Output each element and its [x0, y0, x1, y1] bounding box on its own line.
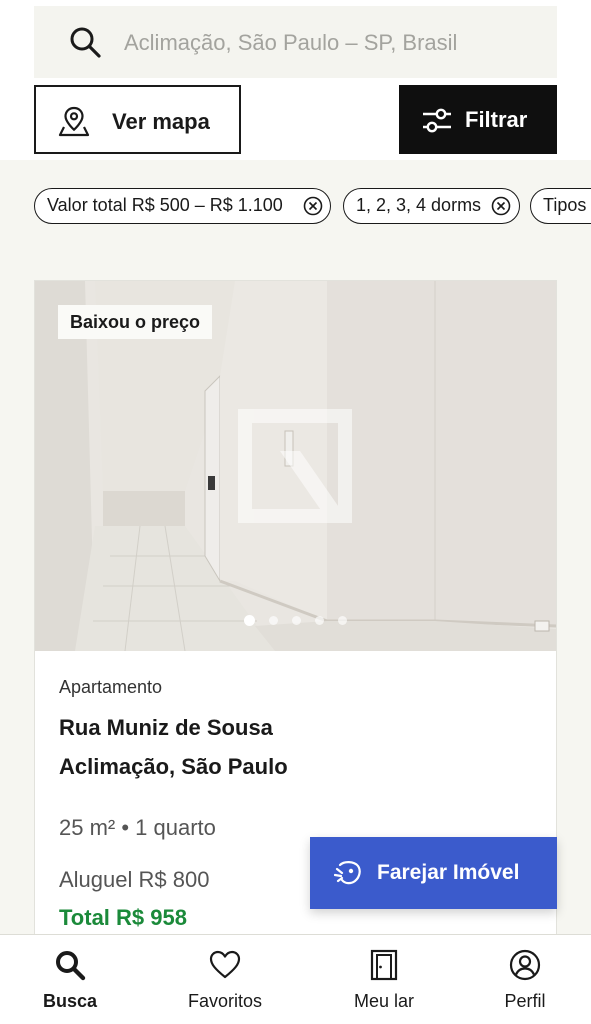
- search-placeholder: Aclimação, São Paulo – SP, Brasil: [124, 30, 458, 55]
- door-icon: [370, 949, 398, 981]
- chip-types[interactable]: Tipos: [530, 188, 591, 224]
- nav-label: Busca: [42, 991, 98, 1011]
- photo-carousel-dots[interactable]: [244, 615, 347, 626]
- sniff-property-button[interactable]: Farejar Imóvel: [310, 837, 557, 909]
- listing-card[interactable]: Baixou o preço Apartamento Rua Muniz de …: [34, 280, 557, 934]
- dog-nose-icon: [334, 861, 361, 885]
- view-map-button[interactable]: Ver mapa: [34, 85, 241, 154]
- heart-icon: [209, 950, 241, 979]
- carousel-dot[interactable]: [244, 615, 255, 626]
- chip-label: 1, 2, 3, 4 dorms: [356, 195, 482, 215]
- sliders-icon: [423, 108, 451, 133]
- carousel-dot[interactable]: [315, 616, 324, 625]
- carousel-dot[interactable]: [338, 616, 347, 625]
- nav-item-favoritos[interactable]: Favoritos: [155, 935, 295, 1024]
- chip-label: Tipos: [543, 195, 587, 215]
- nav-item-perfil[interactable]: Perfil: [455, 935, 591, 1024]
- listing-photo[interactable]: Baixou o preço: [35, 281, 556, 651]
- chip-label: Valor total R$ 500 – R$ 1.100: [47, 195, 283, 215]
- carousel-dot[interactable]: [269, 616, 278, 625]
- nav-item-busca[interactable]: Busca: [0, 935, 140, 1024]
- search-icon: [70, 27, 101, 58]
- carousel-dot[interactable]: [292, 616, 301, 625]
- remove-chip-icon[interactable]: [303, 196, 323, 216]
- bottom-navigation: Busca Favoritos Meu lar Perfil: [0, 934, 591, 1024]
- map-pin-icon: [58, 106, 90, 137]
- remove-chip-icon[interactable]: [491, 196, 511, 216]
- listing-neighborhood: Aclimação, São Paulo: [59, 754, 288, 779]
- nav-item-meu-lar[interactable]: Meu lar: [314, 935, 454, 1024]
- rent-price: Aluguel R$ 800: [59, 867, 210, 892]
- search-icon: [56, 951, 86, 981]
- nav-label: Meu lar: [353, 991, 415, 1011]
- price-drop-badge: Baixou o preço: [58, 305, 213, 339]
- property-type: Apartamento: [59, 677, 163, 697]
- listing-specs: 25 m² • 1 quarto: [59, 815, 216, 840]
- listing-street: Rua Muniz de Sousa: [59, 715, 273, 740]
- filter-button[interactable]: Filtrar: [399, 85, 557, 154]
- nav-label: Favoritos: [187, 991, 263, 1011]
- chip-price-range[interactable]: Valor total R$ 500 – R$ 1.100: [34, 188, 331, 224]
- filter-label: Filtrar: [465, 107, 528, 132]
- search-input[interactable]: Aclimação, São Paulo – SP, Brasil: [34, 6, 557, 78]
- nav-label: Perfil: [504, 991, 546, 1011]
- total-price: Total R$ 958: [59, 905, 187, 930]
- view-map-label: Ver mapa: [112, 109, 210, 134]
- user-circle-icon: [509, 949, 541, 981]
- results-area: Valor total R$ 500 – R$ 1.100 1, 2, 3, 4…: [0, 160, 591, 934]
- chip-bedrooms[interactable]: 1, 2, 3, 4 dorms: [343, 188, 520, 224]
- top-bar: Aclimação, São Paulo – SP, Brasil Ver ma…: [0, 0, 591, 160]
- sniff-property-label: Farejar Imóvel: [377, 861, 520, 884]
